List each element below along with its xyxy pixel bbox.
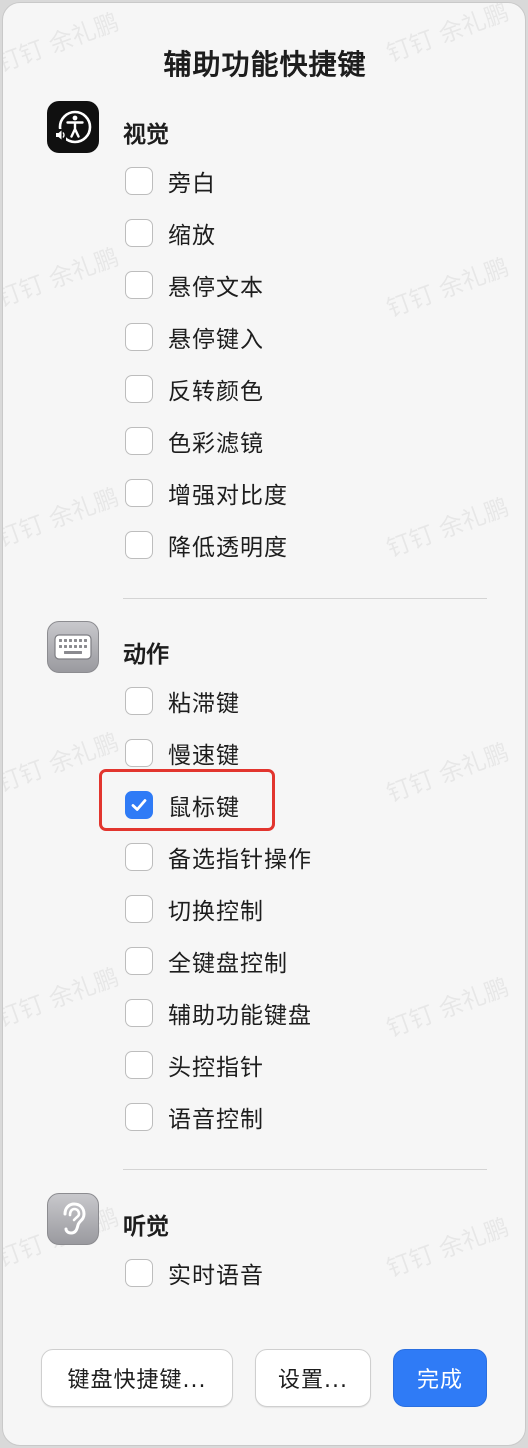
dialog-title: 辅助功能快捷键	[163, 48, 367, 81]
option-zoom[interactable]: 缩放	[125, 216, 216, 250]
option-label: 实时语音	[168, 1263, 264, 1289]
option-label: 头控指针	[168, 1055, 264, 1081]
option-increase-contrast[interactable]: 增强对比度	[125, 476, 288, 510]
option-label: 慢速键	[168, 743, 240, 769]
checkbox[interactable]	[125, 167, 153, 195]
checkbox[interactable]	[125, 739, 153, 767]
option-label: 语音控制	[168, 1107, 264, 1133]
checkbox[interactable]	[125, 427, 153, 455]
watermark: 钉钉 余礼鹏	[382, 252, 513, 323]
watermark: 钉钉 余礼鹏	[2, 962, 123, 1033]
option-label: 旁白	[168, 171, 216, 197]
option-accessibility-keyboard[interactable]: 辅助功能键盘	[125, 996, 312, 1030]
highlight-annotation	[99, 769, 275, 831]
checkbox[interactable]	[125, 271, 153, 299]
option-label: 缩放	[168, 223, 216, 249]
checkbox[interactable]	[125, 479, 153, 507]
watermark: 钉钉 余礼鹏	[2, 482, 123, 553]
option-label: 全键盘控制	[168, 951, 288, 977]
checkbox[interactable]	[125, 1051, 153, 1079]
keyboard-icon	[47, 621, 99, 673]
section-title-vision: 视觉	[123, 122, 169, 148]
settings-button[interactable]: 设置...	[255, 1349, 371, 1407]
checkbox[interactable]	[125, 895, 153, 923]
option-label: 增强对比度	[168, 483, 288, 509]
checkbox[interactable]	[125, 947, 153, 975]
option-live-speech[interactable]: 实时语音	[125, 1256, 264, 1290]
option-alternate-pointer-actions[interactable]: 备选指针操作	[125, 840, 312, 874]
watermark: 钉钉 余礼鹏	[382, 972, 513, 1043]
option-hover-text[interactable]: 悬停文本	[125, 268, 264, 302]
option-switch-control[interactable]: 切换控制	[125, 892, 264, 926]
checkbox[interactable]	[125, 219, 153, 247]
checkbox[interactable]	[125, 1259, 153, 1287]
divider	[123, 1169, 487, 1170]
option-invert-colors[interactable]: 反转颜色	[125, 372, 264, 406]
option-color-filters[interactable]: 色彩滤镜	[125, 424, 264, 458]
option-label: 切换控制	[168, 899, 264, 925]
option-sticky-keys[interactable]: 粘滞键	[125, 684, 240, 718]
checkbox[interactable]	[125, 375, 153, 403]
option-label: 悬停文本	[168, 275, 264, 301]
accessibility-person-icon	[47, 101, 99, 153]
option-voice-control[interactable]: 语音控制	[125, 1100, 264, 1134]
checkbox[interactable]	[125, 1103, 153, 1131]
option-label: 降低透明度	[168, 535, 288, 561]
option-label: 反转颜色	[168, 379, 264, 405]
watermark: 钉钉 余礼鹏	[382, 1212, 513, 1283]
done-button[interactable]: 完成	[393, 1349, 487, 1407]
option-label: 备选指针操作	[168, 847, 312, 873]
accessibility-shortcuts-dialog: 钉钉 余礼鹏 钉钉 余礼鹏 钉钉 余礼鹏 钉钉 余礼鹏 钉钉 余礼鹏 钉钉 余礼…	[2, 2, 526, 1446]
watermark: 钉钉 余礼鹏	[2, 242, 123, 313]
option-label: 粘滞键	[168, 691, 240, 717]
keyboard-shortcuts-button[interactable]: 键盘快捷键...	[41, 1349, 233, 1407]
section-title-hearing: 听觉	[123, 1214, 169, 1240]
option-voiceover[interactable]: 旁白	[125, 164, 216, 198]
ear-icon	[47, 1193, 99, 1245]
option-full-keyboard-access[interactable]: 全键盘控制	[125, 944, 288, 978]
checkbox[interactable]	[125, 323, 153, 351]
option-label: 辅助功能键盘	[168, 1003, 312, 1029]
watermark: 钉钉 余礼鹏	[382, 737, 513, 808]
watermark: 钉钉 余礼鹏	[382, 492, 513, 563]
checkbox[interactable]	[125, 687, 153, 715]
option-head-pointer[interactable]: 头控指针	[125, 1048, 264, 1082]
section-title-motor: 动作	[123, 642, 169, 668]
divider	[123, 598, 487, 599]
option-slow-keys[interactable]: 慢速键	[125, 736, 240, 770]
option-reduce-transparency[interactable]: 降低透明度	[125, 528, 288, 562]
checkbox[interactable]	[125, 531, 153, 559]
option-label: 悬停键入	[168, 327, 264, 353]
checkbox[interactable]	[125, 999, 153, 1027]
option-hover-typing[interactable]: 悬停键入	[125, 320, 264, 354]
checkbox[interactable]	[125, 843, 153, 871]
option-label: 色彩滤镜	[168, 431, 264, 457]
